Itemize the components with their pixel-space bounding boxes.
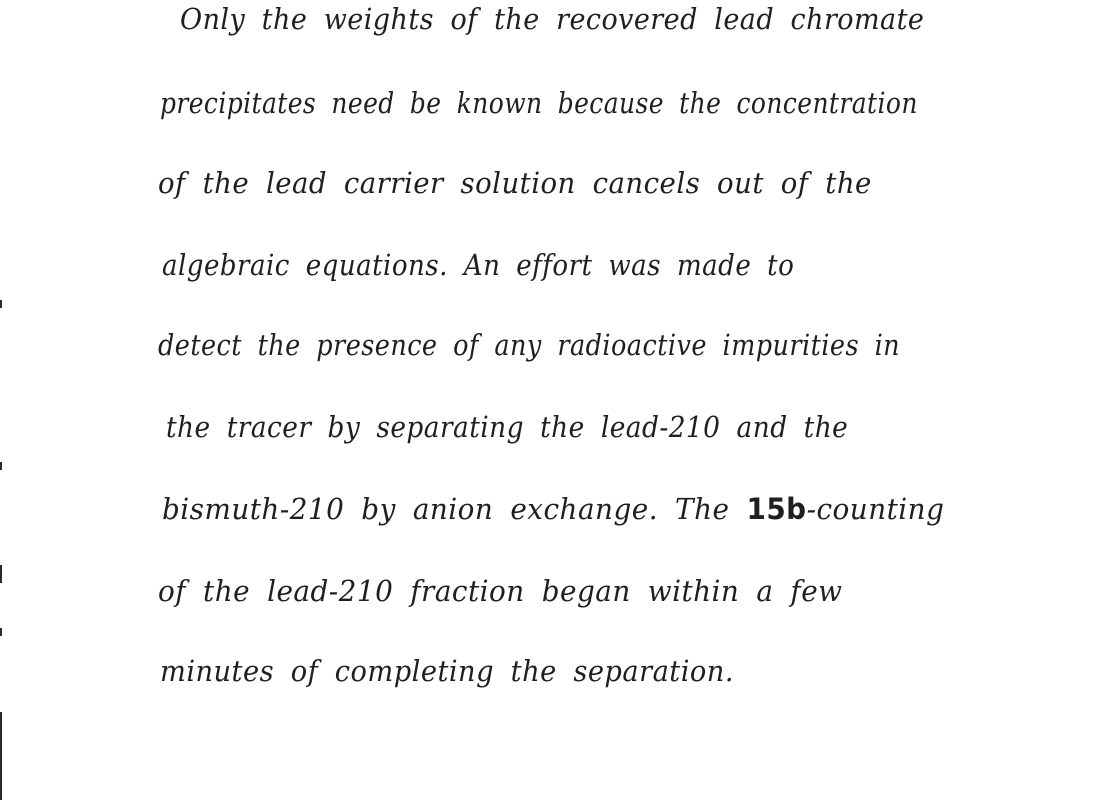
bold-notation: 15b <box>746 492 807 526</box>
text-line-4: algebraic equations. An effort was made … <box>162 248 795 282</box>
text-line-7-tail: -counting <box>806 492 945 526</box>
left-edge-mark-2 <box>0 462 2 470</box>
left-edge-mark-4 <box>0 628 2 636</box>
text-line-6: the tracer by separating the lead-210 an… <box>166 410 849 444</box>
text-line-3: of the lead carrier solution cancels out… <box>158 166 872 200</box>
text-line-7-main: bismuth-210 by anion exchange. The <box>162 492 730 526</box>
handwritten-page: Only the weights of the recovered lead c… <box>0 0 1120 800</box>
left-edge-mark-5 <box>0 712 2 800</box>
text-line-1: Only the weights of the recovered lead c… <box>180 2 925 36</box>
text-line-5: detect the presence of any radioactive i… <box>158 328 901 362</box>
text-line-8: of the lead-210 fraction began within a … <box>158 574 843 608</box>
text-line-7: bismuth-210 by anion exchange. The 15b-c… <box>162 492 944 526</box>
left-edge-mark-1 <box>0 300 2 308</box>
text-line-2: precipitates need be known because the c… <box>160 86 918 120</box>
text-line-9: minutes of completing the separation. <box>160 654 734 688</box>
left-edge-mark-3 <box>0 565 2 583</box>
